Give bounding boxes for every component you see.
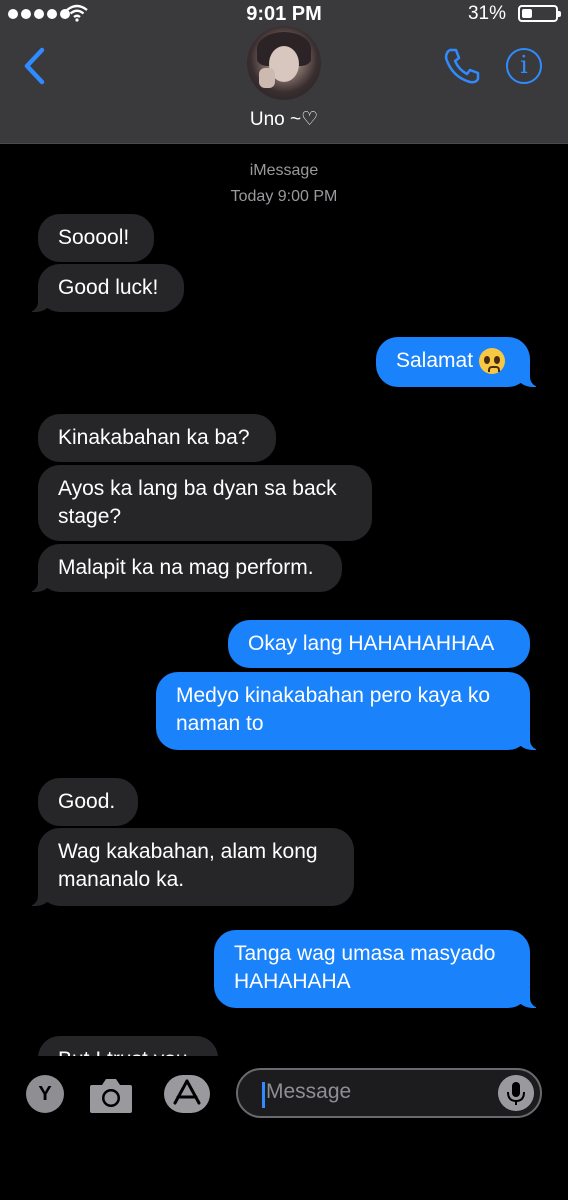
battery-percentage: 31% (467, 3, 506, 24)
incoming-message-bubble[interactable]: Sooool! (38, 214, 154, 262)
message-text: Salamat (396, 349, 474, 372)
message-text: Okay lang HAHAHAHHAA (248, 632, 495, 655)
incoming-message-bubble[interactable]: Malapit ka na mag perform. (28, 544, 342, 592)
back-chevron-icon[interactable] (20, 46, 50, 86)
incoming-message-bubble[interactable]: Kinakabahan ka ba? (38, 414, 276, 462)
microphone-icon[interactable] (498, 1075, 534, 1111)
battery-level (522, 9, 532, 18)
app-store-icon[interactable] (162, 1073, 212, 1115)
pleading-face-emoji-icon (479, 348, 506, 375)
service-label: iMessage (249, 162, 319, 179)
app-drawer-y-icon[interactable]: Y (26, 1075, 64, 1113)
message-thread[interactable]: iMessage Today 9:00 PM Sooool! Good luck… (0, 144, 568, 1056)
message-text: Good luck! (58, 276, 159, 299)
text-caret (262, 1082, 265, 1108)
message-text: Malapit ka na mag perform. (58, 556, 314, 579)
message-text: Ayos ka lang ba dyan sa back stage? (58, 477, 337, 528)
outgoing-message-bubble[interactable]: Tanga wag umasa masyado HAHAHAHA (214, 930, 540, 1008)
message-text: Tanga wag umasa masyado HAHAHAHA (234, 942, 496, 993)
contact-avatar[interactable] (247, 26, 321, 100)
message-text: Sooool! (58, 226, 130, 249)
outgoing-message-bubble[interactable]: Okay lang HAHAHAHHAA (228, 620, 530, 668)
message-text: Wag kakabahan, alam kong mananalo ka. (58, 840, 318, 891)
incoming-message-bubble[interactable]: Good. (38, 778, 138, 826)
message-text: Good. (58, 790, 116, 813)
info-icon[interactable]: i (506, 48, 542, 84)
incoming-message-bubble[interactable]: Ayos ka lang ba dyan sa back stage? (38, 465, 372, 541)
message-text: But I trust you (58, 1048, 188, 1056)
message-input[interactable]: Message (236, 1068, 542, 1118)
thread-timestamp: Today 9:00 PM (230, 188, 338, 205)
message-input-placeholder: Message (266, 1080, 352, 1103)
camera-icon[interactable] (88, 1075, 134, 1115)
phone-icon[interactable] (442, 46, 482, 86)
message-input-bar: Y Message (0, 1057, 568, 1200)
incoming-message-bubble[interactable]: Wag kakabahan, alam kong mananalo ka. (28, 828, 354, 906)
outgoing-message-bubble[interactable]: Medyo kinakabahan pero kaya ko naman to (156, 672, 540, 750)
incoming-message-bubble[interactable]: Good luck! (28, 264, 184, 312)
conversation-header: 9:01 PM 31% Uno ~♡ i (0, 0, 568, 144)
message-text: Medyo kinakabahan pero kaya ko naman to (176, 684, 491, 735)
battery-icon (518, 5, 561, 22)
outgoing-message-bubble[interactable]: Salamat (376, 337, 540, 387)
incoming-message-bubble[interactable]: But I trust you (38, 1036, 218, 1056)
contact-name[interactable]: Uno ~♡ (0, 108, 568, 131)
message-text: Kinakabahan ka ba? (58, 426, 250, 449)
